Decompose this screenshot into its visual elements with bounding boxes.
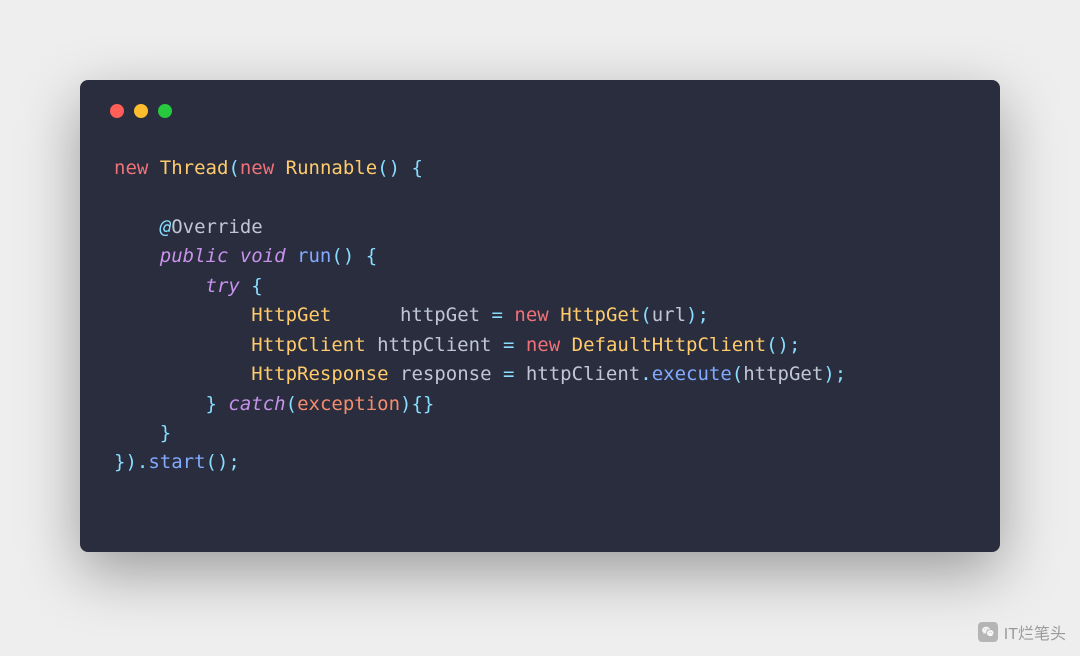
code-token: } — [206, 393, 229, 415]
code-token: ( — [228, 157, 239, 179]
code-token: Runnable — [286, 157, 378, 179]
code-token: () { — [331, 245, 377, 267]
code-token: @ — [160, 216, 171, 238]
code-token: void — [240, 245, 297, 267]
code-token — [114, 393, 206, 415]
code-token: Override — [171, 216, 263, 238]
code-token: public — [160, 245, 240, 267]
window-traffic-lights — [110, 104, 966, 118]
code-token: ){} — [400, 393, 434, 415]
code-token: new — [514, 304, 560, 326]
code-token: = — [503, 363, 514, 385]
code-token: ); — [823, 363, 846, 385]
code-token: (); — [766, 334, 800, 356]
minimize-icon — [134, 104, 148, 118]
code-token: new — [114, 157, 160, 179]
code-token: ); — [686, 304, 709, 326]
watermark-text: IT烂笔头 — [1004, 620, 1066, 644]
code-token: ( — [732, 363, 743, 385]
code-card: new Thread(new Runnable() { @Override pu… — [80, 80, 1000, 552]
code-token: exception — [297, 393, 400, 415]
code-token: response — [389, 363, 503, 385]
code-token: { — [251, 275, 262, 297]
code-token: (); — [206, 451, 240, 473]
watermark: IT烂笔头 — [978, 620, 1066, 644]
code-token: httpGet — [331, 304, 491, 326]
code-token: httpClient — [366, 334, 503, 356]
code-token — [114, 275, 206, 297]
code-block: new Thread(new Runnable() { @Override pu… — [114, 154, 966, 478]
code-token — [114, 363, 251, 385]
code-token — [114, 304, 251, 326]
code-token — [114, 334, 251, 356]
code-token: = — [492, 304, 503, 326]
code-token — [114, 245, 160, 267]
code-token: }). — [114, 451, 148, 473]
code-token: start — [148, 451, 205, 473]
wechat-icon — [978, 622, 998, 642]
code-token: httpGet — [743, 363, 823, 385]
code-token: Thread — [160, 157, 229, 179]
zoom-icon — [158, 104, 172, 118]
code-token: HttpGet — [251, 304, 331, 326]
code-token: catch — [228, 393, 285, 415]
code-token: ( — [640, 304, 651, 326]
code-token: HttpClient — [251, 334, 365, 356]
code-token: httpClient — [514, 363, 640, 385]
code-token: run — [297, 245, 331, 267]
code-token — [114, 422, 160, 444]
code-token: try — [206, 275, 252, 297]
code-token: HttpResponse — [251, 363, 388, 385]
code-token — [514, 334, 525, 356]
code-token: new — [240, 157, 286, 179]
code-token: } — [160, 422, 171, 444]
code-token: execute — [652, 363, 732, 385]
code-token: HttpGet — [560, 304, 640, 326]
code-token: . — [640, 363, 651, 385]
code-token: DefaultHttpClient — [572, 334, 766, 356]
close-icon — [110, 104, 124, 118]
code-token: () { — [377, 157, 423, 179]
code-token — [114, 216, 160, 238]
code-token: url — [652, 304, 686, 326]
code-token: = — [503, 334, 514, 356]
code-token: new — [526, 334, 572, 356]
code-token — [503, 304, 514, 326]
code-token: ( — [286, 393, 297, 415]
